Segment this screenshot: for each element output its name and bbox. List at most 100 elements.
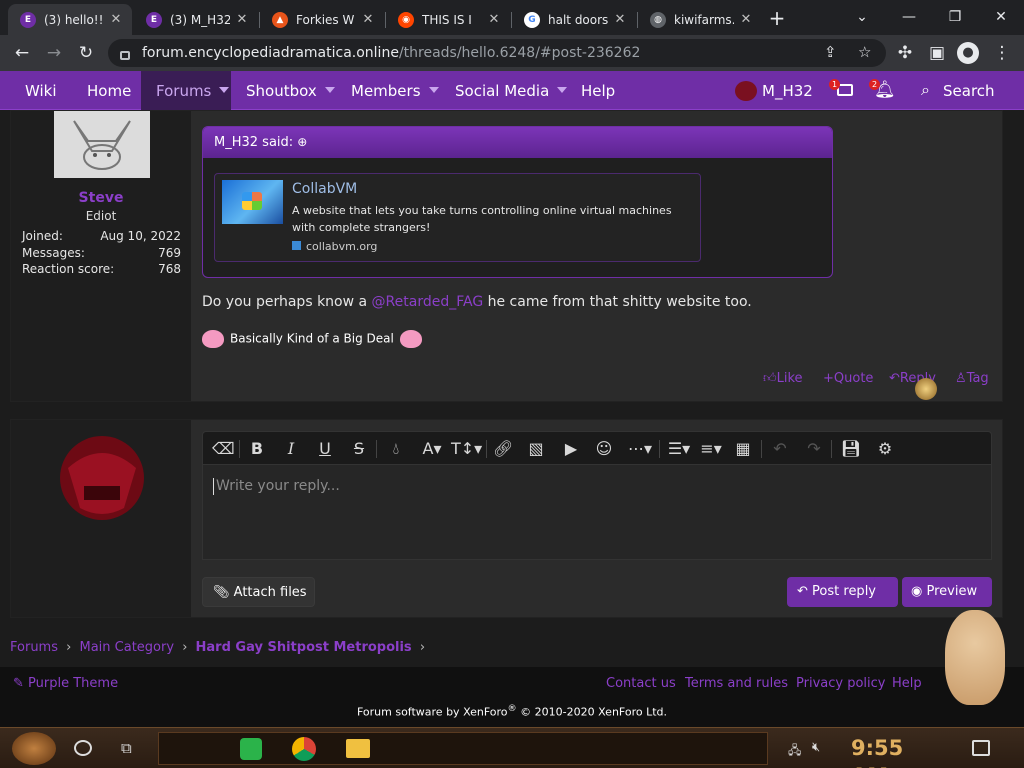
font-size-icon[interactable]: A▾ [417,439,447,459]
post-reply-button[interactable]: ↶ Post reply [787,577,898,607]
link-icon[interactable]: 🔗︎ [493,439,513,459]
embed-domain: collabvm.org [292,240,377,253]
italic-icon[interactable]: I [282,439,300,459]
nav-search[interactable]: Search [943,71,995,110]
address-bar[interactable]: forum.encyclopediadramatica.online/threa… [108,39,886,67]
preview-button[interactable]: ◉ Preview [902,577,992,607]
close-icon[interactable]: ✕ [612,12,628,27]
minimize-icon[interactable]: — [897,6,921,28]
nav-social-media-label: Social Media [455,82,550,100]
nav-shoutbox[interactable]: Shoutbox [246,71,335,110]
chrome-taskbar-icon[interactable] [292,737,316,761]
toolbar-separator [376,440,377,458]
link-embed-card[interactable]: CollabVM A website that lets you take tu… [214,173,701,262]
chevron-down-icon[interactable] [324,86,335,93]
underline-icon[interactable]: U [316,439,334,459]
bookmark-star-icon[interactable]: ☆ [858,43,871,61]
search-icon[interactable]: ⌕ [921,80,930,100]
theme-chooser[interactable]: ✎ Purple Theme [13,676,118,691]
attach-files-label: Attach files [233,585,307,600]
footer-link-contact[interactable]: Contact us [606,676,676,691]
embed-title[interactable]: CollabVM [292,181,357,197]
cortana-circle-icon[interactable] [74,740,92,756]
profile-avatar-icon[interactable]: ● [957,42,979,64]
quote-header[interactable]: M_H32 said: ⊕ [203,127,832,158]
reload-icon[interactable]: ↻ [74,41,98,65]
reply-textarea[interactable]: Write your reply... [202,465,992,560]
nav-forums[interactable]: Forums [141,71,231,110]
nav-help[interactable]: Help [581,71,615,110]
close-icon[interactable]: ✕ [738,12,754,27]
side-panel-icon[interactable]: ▣ [925,41,949,65]
volume-muted-icon[interactable]: 🔇︎ [812,740,830,756]
nav-wiki[interactable]: Wiki [25,71,57,110]
breadcrumb-item[interactable]: Forums [10,640,58,655]
media-video-icon[interactable]: ▶ [561,439,581,459]
chevron-down-icon[interactable] [428,86,439,93]
browser-tab[interactable]: ◉ THIS IS I ✕ [386,4,510,35]
tab-title: (3) hello!! - [44,12,104,27]
hamster-sprite-icon [945,610,1005,705]
close-icon[interactable]: ✕ [108,12,124,27]
smiley-icon[interactable]: ☺ [595,439,613,459]
text-size-icon[interactable]: T↕▾ [451,439,482,459]
nav-social-media[interactable]: Social Media [455,71,568,110]
settings-gear-icon[interactable]: ⚙ [875,439,895,459]
back-arrow-icon[interactable]: ← [10,41,34,65]
browser-tab[interactable]: ▲ Forkies W ✕ [260,4,384,35]
bold-icon[interactable]: B [248,439,266,459]
task-view-icon[interactable]: ⧉ [121,740,141,756]
post-author[interactable]: Steve [11,190,191,206]
footer-link-privacy[interactable]: Privacy policy [796,676,885,691]
nav-username[interactable]: M_H32 [762,71,813,110]
network-icon[interactable]: 🖧︎ [788,741,804,757]
list-icon[interactable]: ≡▾ [697,439,725,459]
breadcrumb-item[interactable]: Main Category [79,640,174,655]
extensions-puzzle-icon[interactable]: ✣ [893,41,917,65]
chevron-down-icon[interactable] [219,86,230,93]
image-icon[interactable]: ▧ [527,439,545,459]
jump-up-arrow-icon[interactable]: ⊕ [297,135,307,149]
browser-tab[interactable]: ◍ kiwifarms. ✕ [638,4,762,35]
restore-icon[interactable]: ❐ [943,6,967,28]
share-icon[interactable]: ⇪ [824,43,837,61]
redo-icon[interactable]: ↷ [804,439,824,459]
start-orb-icon[interactable] [12,732,56,765]
browser-tab[interactable]: E (3) M_H32 ✕ [134,4,258,35]
file-explorer-icon[interactable] [346,739,370,758]
avatar[interactable] [54,111,150,178]
nav-members[interactable]: Members [351,71,439,110]
forward-arrow-icon[interactable]: → [42,41,66,65]
nav-home[interactable]: Home [87,71,131,110]
footer-link-help[interactable]: Help [892,676,922,691]
color-drop-icon[interactable]: 💧︎ [387,439,405,459]
quote-action[interactable]: +Quote [823,371,873,386]
browser-tab[interactable]: E (3) hello!! - ✕ [8,4,132,35]
chevron-down-icon[interactable] [557,86,568,93]
table-icon[interactable]: ▦ [733,439,753,459]
align-icon[interactable]: ☰▾ [665,439,693,459]
breadcrumb-item[interactable]: Hard Gay Shitpost Metropolis [196,640,412,655]
eraser-icon[interactable]: ⌫ [212,439,235,459]
close-icon[interactable]: ✕ [234,12,250,27]
notes-app-icon[interactable] [240,738,262,760]
user-avatar-icon[interactable] [735,81,757,101]
more-ellipsis-icon[interactable]: ⋯▾ [625,439,655,459]
footer-link-terms[interactable]: Terms and rules [685,676,788,691]
close-icon[interactable]: ✕ [486,12,502,27]
tag-action[interactable]: ♙Tag [955,371,989,386]
strikethrough-icon[interactable]: S [350,439,368,459]
tab-search-chevron-icon[interactable]: ⌄ [850,6,874,28]
kebab-menu-icon[interactable]: ⋮ [990,41,1014,65]
drafts-save-icon[interactable]: 💾︎▾ [837,439,865,478]
undo-icon[interactable]: ↶ [770,439,790,459]
close-window-icon[interactable]: ✕ [989,6,1013,28]
user-mention-link[interactable]: @Retarded_FAG [372,294,484,310]
browser-tab[interactable]: G halt doors ✕ [512,4,636,35]
close-icon[interactable]: ✕ [360,12,376,27]
attach-files-button[interactable]: 📎︎ Attach files [202,577,315,607]
like-action[interactable]: 👍︎Like [763,371,803,386]
action-center-icon[interactable] [972,740,990,756]
new-tab-button[interactable]: + [766,8,788,30]
clock-time[interactable]: 9:55 AM [851,734,946,768]
